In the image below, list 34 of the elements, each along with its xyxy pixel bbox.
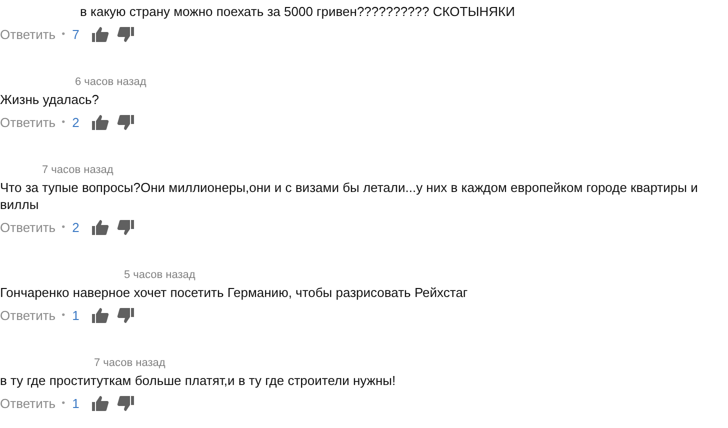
like-count: 7 [72,26,80,42]
comment-time: 7 часов назад [94,357,166,369]
separator-dot: • [62,310,66,320]
thumbs-down-icon[interactable] [117,220,134,234]
thumbs-down-icon[interactable] [117,308,134,322]
thumbs-up-icon[interactable] [92,308,110,322]
comment-text: в ту где проституткам больше платят,и в ту где строители нужны! [0,372,397,389]
thumbs-up-icon[interactable] [92,26,110,42]
comment-text: Гончаренко наверное хочет посетить Германию, чтобы разрисовать Рейхстаг [0,284,469,301]
like-count: 1 [72,308,80,322]
comment-text: в какую страну можно поехать за 5000 гривен?????????? СКОТЫНЯКИ [79,3,516,20]
reply-link[interactable]: Ответить [0,114,56,130]
comment-time: 6 часов назад [75,76,146,88]
reply-link[interactable]: Ответить [0,396,56,410]
comment-time: 7 часов назад [42,164,114,176]
comment-text: Что за тупые вопросы?Они миллионеры,они и с визами бы летали...у них в каждом европейком городе квартиры и виллы [0,179,699,213]
thumbs-up-icon[interactable] [92,114,110,130]
comment-text: Жизнь удалась? [0,91,100,108]
reply-link[interactable]: Ответить [0,26,56,42]
reply-link[interactable]: Ответить [0,308,56,322]
separator-dot: • [62,222,66,232]
like-count: 1 [72,396,80,410]
separator-dot: • [62,398,66,408]
like-count: 2 [72,114,80,130]
thumbs-down-icon[interactable] [117,26,134,42]
thumbs-down-icon[interactable] [117,396,134,410]
thumbs-down-icon[interactable] [117,114,134,130]
separator-dot: • [62,28,66,40]
reply-link[interactable]: Ответить [0,220,56,234]
thumbs-up-icon[interactable] [92,220,110,234]
like-count: 2 [72,220,80,234]
separator-dot: • [62,116,66,128]
comment-time: 5 часов назад [124,269,196,281]
thumbs-up-icon[interactable] [92,396,110,410]
